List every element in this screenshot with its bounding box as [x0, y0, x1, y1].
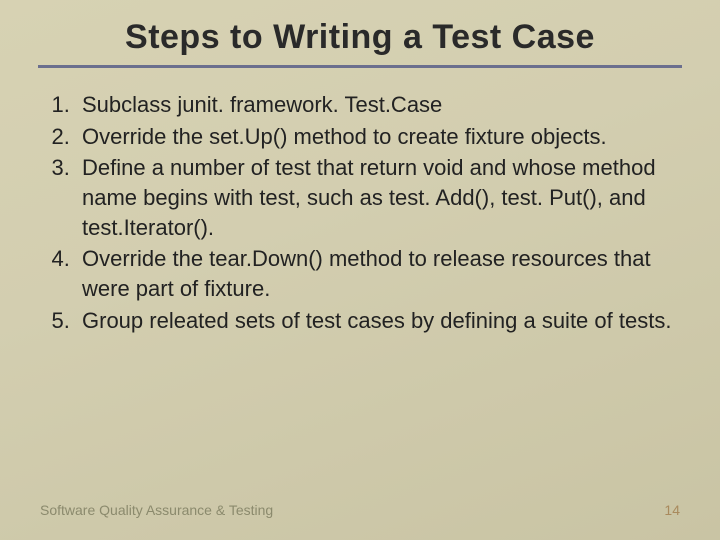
steps-list: Subclass junit. framework. Test.Case Ove… — [44, 90, 680, 336]
page-number: 14 — [664, 502, 680, 518]
list-item: Override the set.Up() method to create f… — [76, 122, 680, 152]
footer-text: Software Quality Assurance & Testing — [40, 502, 273, 518]
list-item: Group releated sets of test cases by def… — [76, 306, 680, 336]
list-item: Subclass junit. framework. Test.Case — [76, 90, 680, 120]
list-item: Override the tear.Down() method to relea… — [76, 244, 680, 303]
list-item: Define a number of test that return void… — [76, 153, 680, 242]
slide-title: Steps to Writing a Test Case — [38, 18, 682, 68]
slide: Steps to Writing a Test Case Subclass ju… — [0, 0, 720, 540]
